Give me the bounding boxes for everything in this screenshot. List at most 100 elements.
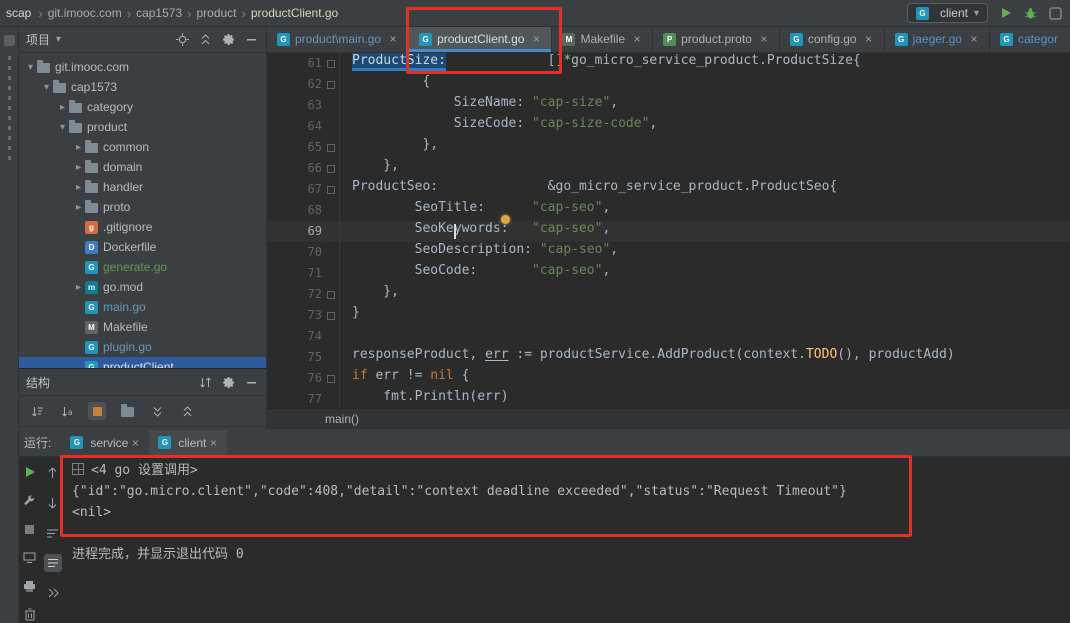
gear-icon[interactable] (222, 376, 235, 389)
fold-marker[interactable] (322, 158, 339, 179)
code-line[interactable]: 62 { (267, 74, 1070, 95)
fold-marker[interactable] (322, 137, 339, 158)
tool-stripe-button[interactable] (3, 35, 15, 46)
code-line[interactable]: 76 if err != nil { (267, 368, 1070, 389)
tree-chevron-icon[interactable]: ▾ (40, 82, 53, 93)
tree-chevron-icon[interactable]: ▾ (56, 122, 69, 133)
fold-marker[interactable] (322, 368, 339, 389)
arrow-up-icon[interactable] (44, 464, 62, 482)
close-icon[interactable]: × (969, 32, 979, 46)
tree-item[interactable]: Ggenerate.go (18, 257, 266, 277)
tree-item[interactable]: ▸ category (18, 97, 266, 117)
code-line[interactable]: 71 SeoCode: "cap-seo", (267, 263, 1070, 284)
tree-chevron-icon[interactable]: ▸ (72, 202, 85, 213)
tree-item[interactable]: Gplugin.go (18, 337, 266, 357)
collapse-all-icon[interactable] (199, 33, 212, 46)
code-line[interactable]: 73} (267, 305, 1070, 326)
close-icon[interactable]: × (388, 32, 398, 46)
tree-chevron-icon[interactable]: ▸ (72, 182, 85, 193)
breadcrumb-item[interactable]: productClient.go (251, 6, 338, 20)
tree-item[interactable]: M Makefile (18, 317, 266, 337)
tree-item[interactable]: ▾ cap1573 (18, 77, 266, 97)
clear-all-icon[interactable] (21, 607, 39, 623)
code-line[interactable]: 67 ProductSeo: &go_micro_service_product.… (267, 179, 1070, 200)
arrow-down-icon[interactable] (44, 494, 62, 512)
editor-tab[interactable]: Gjaeger.go × (885, 26, 990, 52)
print-icon[interactable] (21, 578, 39, 595)
tree-item[interactable]: ▾ git.imooc.com (18, 57, 266, 77)
editor-tab[interactable]: Pproduct.proto × (653, 26, 780, 52)
code-line[interactable]: 75 responseProduct, err := productService… (267, 347, 1070, 368)
hide-panel-icon[interactable] (245, 376, 258, 389)
sort-by-visibility-icon[interactable] (28, 402, 46, 420)
hide-panel-icon[interactable] (245, 33, 258, 46)
sort-icon[interactable] (199, 376, 212, 389)
tree-chevron-icon[interactable]: ▾ (24, 62, 37, 73)
code-line[interactable]: 64 SizeCode: "cap-size-code", (267, 116, 1070, 137)
restore-layout-icon[interactable] (21, 550, 39, 567)
fold-marker[interactable] (322, 305, 339, 326)
wrench-icon[interactable] (21, 493, 39, 510)
tree-item[interactable]: g .gitignore (18, 217, 266, 237)
fold-marker[interactable] (322, 284, 339, 305)
tree-item[interactable]: ▸ m go.mod (18, 277, 266, 297)
breadcrumb-function[interactable]: main() (325, 412, 359, 426)
rerun-button[interactable] (21, 464, 39, 481)
tree-chevron-icon[interactable]: ▸ (72, 282, 85, 293)
editor-tab[interactable]: M Makefile × (552, 26, 654, 52)
tree-item[interactable]: ▸ domain (18, 157, 266, 177)
tree-item[interactable]: GproductClient (18, 357, 266, 368)
coverage-button[interactable] (1049, 6, 1062, 20)
close-icon[interactable]: × (130, 436, 140, 450)
breadcrumb-item[interactable]: cap1573 (136, 6, 182, 20)
code-line[interactable]: 61 ProductSize: []*go_micro_service_produ… (267, 53, 1070, 74)
code-line[interactable]: 77 fmt.Println(err) (267, 389, 1070, 410)
group-methods-toggle[interactable] (88, 402, 106, 420)
close-icon[interactable]: × (759, 32, 769, 46)
editor-tab[interactable]: Gproduct\main.go × (267, 26, 410, 52)
stop-button[interactable] (21, 521, 39, 538)
sort-alphabetically-icon[interactable]: a (58, 402, 76, 420)
console-settings-icon[interactable] (43, 554, 62, 572)
show-fields-toggle[interactable] (118, 402, 136, 420)
close-icon[interactable]: × (864, 32, 874, 46)
tree-chevron-icon[interactable]: ▸ (72, 142, 85, 153)
scroll-to-end-icon[interactable] (44, 584, 62, 602)
soft-wrap-icon[interactable] (44, 524, 62, 542)
code-line[interactable]: 69 SeoKeywords: "cap-seo", (267, 215, 1070, 242)
close-icon[interactable]: × (208, 436, 218, 450)
collapse-all-icon[interactable] (178, 402, 196, 420)
fold-marker[interactable] (322, 74, 339, 95)
locate-file-icon[interactable] (176, 32, 189, 46)
chevron-down-icon[interactable]: ▾ (56, 34, 61, 45)
tree-item[interactable]: ▾ product (18, 117, 266, 137)
tree-item[interactable]: Gmain.go (18, 297, 266, 317)
code-line[interactable]: 66 }, (267, 158, 1070, 179)
tree-chevron-icon[interactable]: ▸ (56, 102, 69, 113)
debug-button[interactable] (1024, 7, 1037, 20)
run-config-select[interactable]: G client ▾ (906, 3, 988, 23)
expand-all-icon[interactable] (148, 402, 166, 420)
code-line[interactable]: 65 }, (267, 137, 1070, 158)
run-tab[interactable]: Gservice × (61, 429, 149, 456)
close-icon[interactable]: × (531, 32, 541, 46)
tree-item[interactable]: ▸ common (18, 137, 266, 157)
code-line[interactable]: 63 SizeName: "cap-size", (267, 95, 1070, 116)
breadcrumb-item[interactable]: product (196, 6, 236, 20)
tree-chevron-icon[interactable]: ▸ (72, 162, 85, 173)
breadcrumb-item[interactable]: git.imooc.com (48, 6, 122, 20)
tree-item[interactable]: ▸ proto (18, 197, 266, 217)
tree-item[interactable]: D Dockerfile (18, 237, 266, 257)
code-line[interactable]: 74 (267, 326, 1070, 347)
run-button[interactable] (1000, 7, 1012, 19)
run-console[interactable]: <4 go 设置调用> {"id":"go.micro.client","code… (64, 456, 1070, 623)
code-line[interactable]: 68 SeoTitle: "cap-seo", (267, 200, 1070, 221)
fold-marker[interactable] (322, 53, 339, 74)
code-line[interactable]: 70 SeoDescription: "cap-seo", (267, 242, 1070, 263)
unfold-icon[interactable] (72, 463, 84, 475)
gear-icon[interactable] (222, 33, 235, 46)
editor-tab[interactable]: Gcategor (990, 26, 1070, 52)
code-editor[interactable]: 61 ProductSize: []*go_micro_service_produ… (267, 53, 1070, 410)
run-tab[interactable]: Gclient × (149, 429, 228, 456)
close-icon[interactable]: × (632, 32, 642, 46)
